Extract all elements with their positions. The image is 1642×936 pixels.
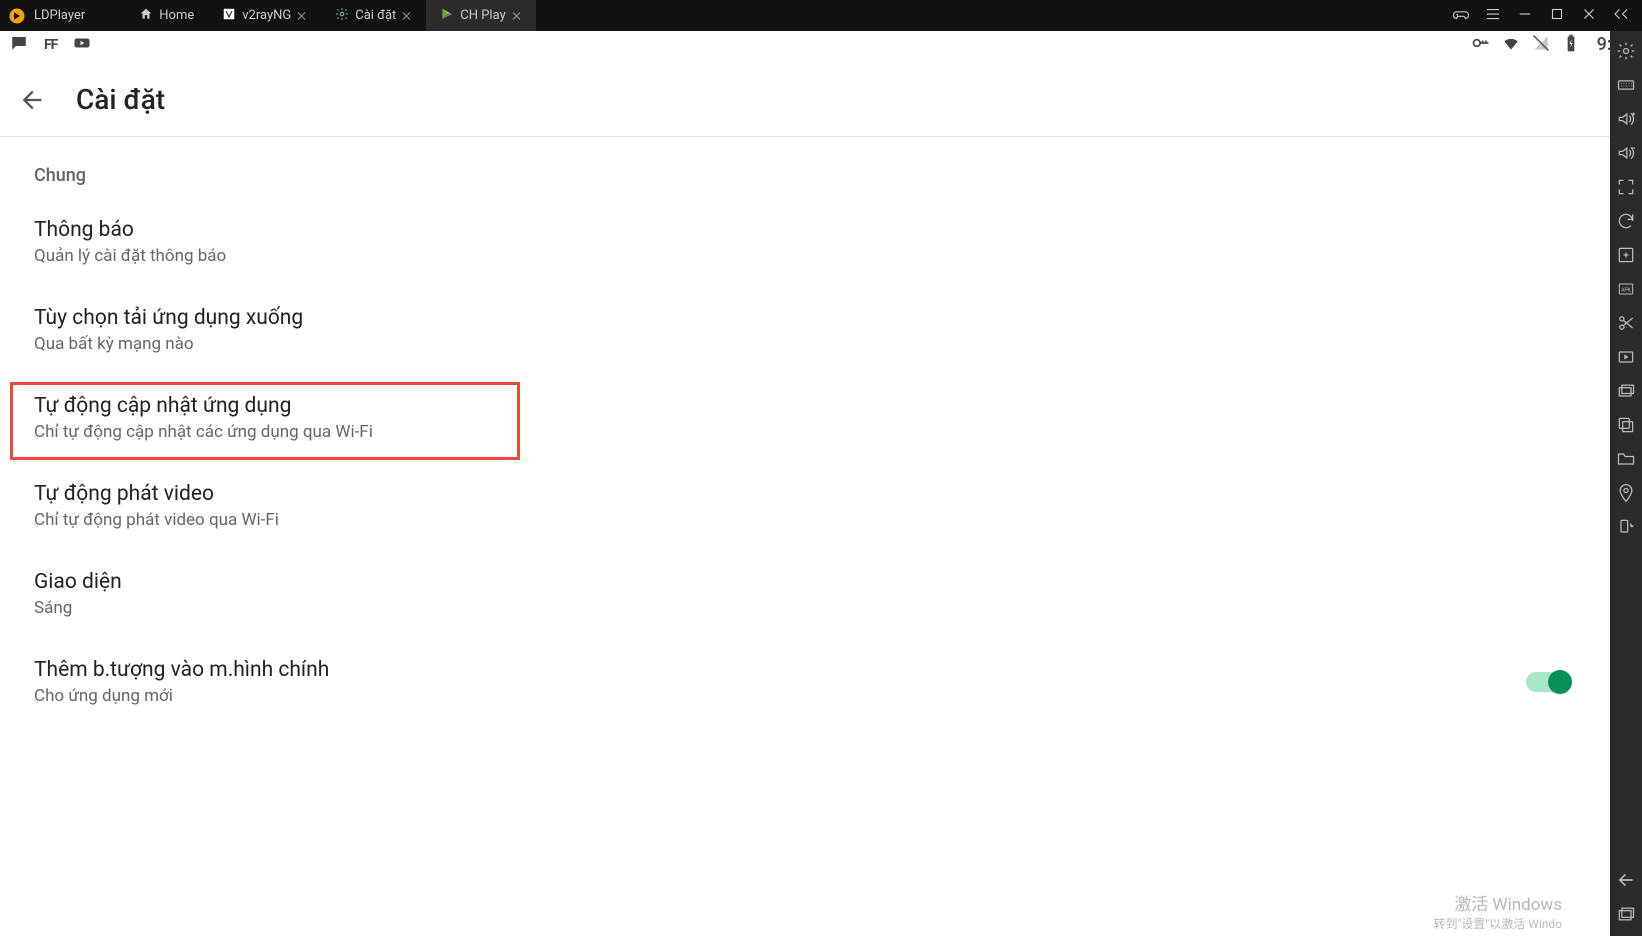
play-store-icon [440, 7, 454, 25]
titlebar: LDPlayer Home v2rayNG Cài đặt CH Play [0, 0, 1642, 31]
tab-v2rayng[interactable]: v2rayNG [208, 0, 321, 31]
layers-icon[interactable] [1616, 904, 1636, 924]
ldplayer-logo-icon [8, 7, 26, 25]
wifi-icon [1501, 33, 1521, 57]
tab-label: Home [159, 8, 194, 23]
setting-item[interactable]: Tự động phát video Chỉ tự động phát video… [0, 462, 1610, 550]
fullscreen-icon[interactable] [1616, 177, 1636, 197]
back-arrow-icon[interactable] [18, 86, 46, 114]
scissors-icon[interactable] [1616, 313, 1636, 333]
battery-charging-icon [1561, 33, 1581, 57]
volume-up-icon[interactable] [1616, 109, 1636, 129]
close-icon[interactable] [512, 11, 522, 21]
section-title: Chung [0, 137, 1610, 198]
setting-item[interactable]: Thêm b.tượng vào m.hình chính Cho ứng dụn… [0, 638, 1610, 726]
android-statusbar: FF 9:09 [0, 31, 1642, 59]
location-icon[interactable] [1616, 483, 1636, 503]
ff-icon: FF [44, 37, 57, 53]
apk-icon[interactable]: APK [1616, 279, 1636, 299]
setting-title: Tùy chọn tải ứng dụng xuống [34, 306, 1576, 330]
setting-subtitle: Chỉ tự động phát video qua Wi-Fi [34, 510, 1576, 530]
refresh-icon[interactable] [1616, 211, 1636, 231]
close-icon[interactable] [297, 11, 307, 21]
gear-icon[interactable] [1616, 41, 1636, 61]
page-title: Cài đặt [76, 83, 165, 116]
setting-title: Thông báo [34, 218, 1576, 242]
app-name: LDPlayer [34, 8, 85, 23]
folder-icon[interactable] [1616, 449, 1636, 469]
app-v2ray-icon [222, 7, 236, 25]
setting-title: Thêm b.tượng vào m.hình chính [34, 658, 1576, 682]
collapse-icon[interactable] [1612, 5, 1630, 27]
maximize-button[interactable] [1548, 5, 1566, 27]
setting-subtitle: Sáng [34, 598, 1576, 618]
setting-item[interactable]: Thông báo Quản lý cài đặt thông báo [0, 198, 1610, 286]
tab-cài-đặt[interactable]: Cài đặt [321, 0, 426, 31]
settings-list: Thông báo Quản lý cài đặt thông báo Tùy ch… [0, 198, 1610, 726]
setting-title: Tự động cập nhật ứng dụng [34, 394, 1576, 418]
volume-down-icon[interactable] [1616, 143, 1636, 163]
tab-ch-play[interactable]: CH Play [426, 0, 535, 31]
close-button[interactable] [1580, 5, 1598, 27]
key-icon [1471, 33, 1491, 57]
menu-icon[interactable] [1484, 5, 1502, 27]
home-icon [139, 7, 153, 25]
setting-title: Giao diện [34, 570, 1576, 594]
setting-subtitle: Cho ứng dụng mới [34, 686, 1576, 706]
rotate-icon[interactable] [1616, 517, 1636, 537]
setting-subtitle: Qua bất kỳ mạng nào [34, 334, 1576, 354]
no-sim-icon [1531, 33, 1551, 57]
back-icon[interactable] [1616, 870, 1636, 890]
setting-subtitle: Quản lý cài đặt thông báo [34, 246, 1576, 266]
gear-icon [335, 7, 349, 25]
setting-item[interactable]: Tùy chọn tải ứng dụng xuống Qua bất kỳ mạ… [0, 286, 1610, 374]
tab-label: v2rayNG [242, 8, 291, 23]
window-controls [1452, 5, 1642, 27]
setting-subtitle: Chỉ tự động cập nhật các ứng dụng qua Wi… [34, 422, 1576, 442]
tab-label: Cài đặt [355, 8, 396, 23]
toggle-switch[interactable] [1526, 672, 1570, 692]
appbar: Cài đặt [0, 59, 1610, 137]
minimize-button[interactable] [1516, 5, 1534, 27]
add-window-icon[interactable] [1616, 245, 1636, 265]
setting-title: Tự động phát video [34, 482, 1576, 506]
play-box-icon[interactable] [1616, 347, 1636, 367]
tab-label: CH Play [460, 8, 505, 23]
setting-item[interactable]: Tự động cập nhật ứng dụng Chỉ tự động cập… [0, 374, 1610, 462]
tab-strip: Home v2rayNG Cài đặt CH Play [125, 0, 535, 31]
multi-window-icon[interactable] [1616, 381, 1636, 401]
windows-watermark: 激活 Windows 转到"设置"以激活 Windo [1434, 890, 1562, 932]
gamepad-icon[interactable] [1452, 5, 1470, 27]
keyboard-icon[interactable] [1616, 75, 1636, 95]
svg-text:APK: APK [1621, 288, 1631, 294]
close-icon[interactable] [402, 11, 412, 21]
main-content: Cài đặt Chung Thông báo Quản lý cài đặt t… [0, 59, 1610, 936]
tab-home[interactable]: Home [125, 0, 208, 31]
chat-icon [10, 34, 28, 56]
youtube-icon [73, 34, 91, 56]
emulator-sidebar: APK [1610, 31, 1642, 936]
setting-item[interactable]: Giao diện Sáng [0, 550, 1610, 638]
copy-icon[interactable] [1616, 415, 1636, 435]
